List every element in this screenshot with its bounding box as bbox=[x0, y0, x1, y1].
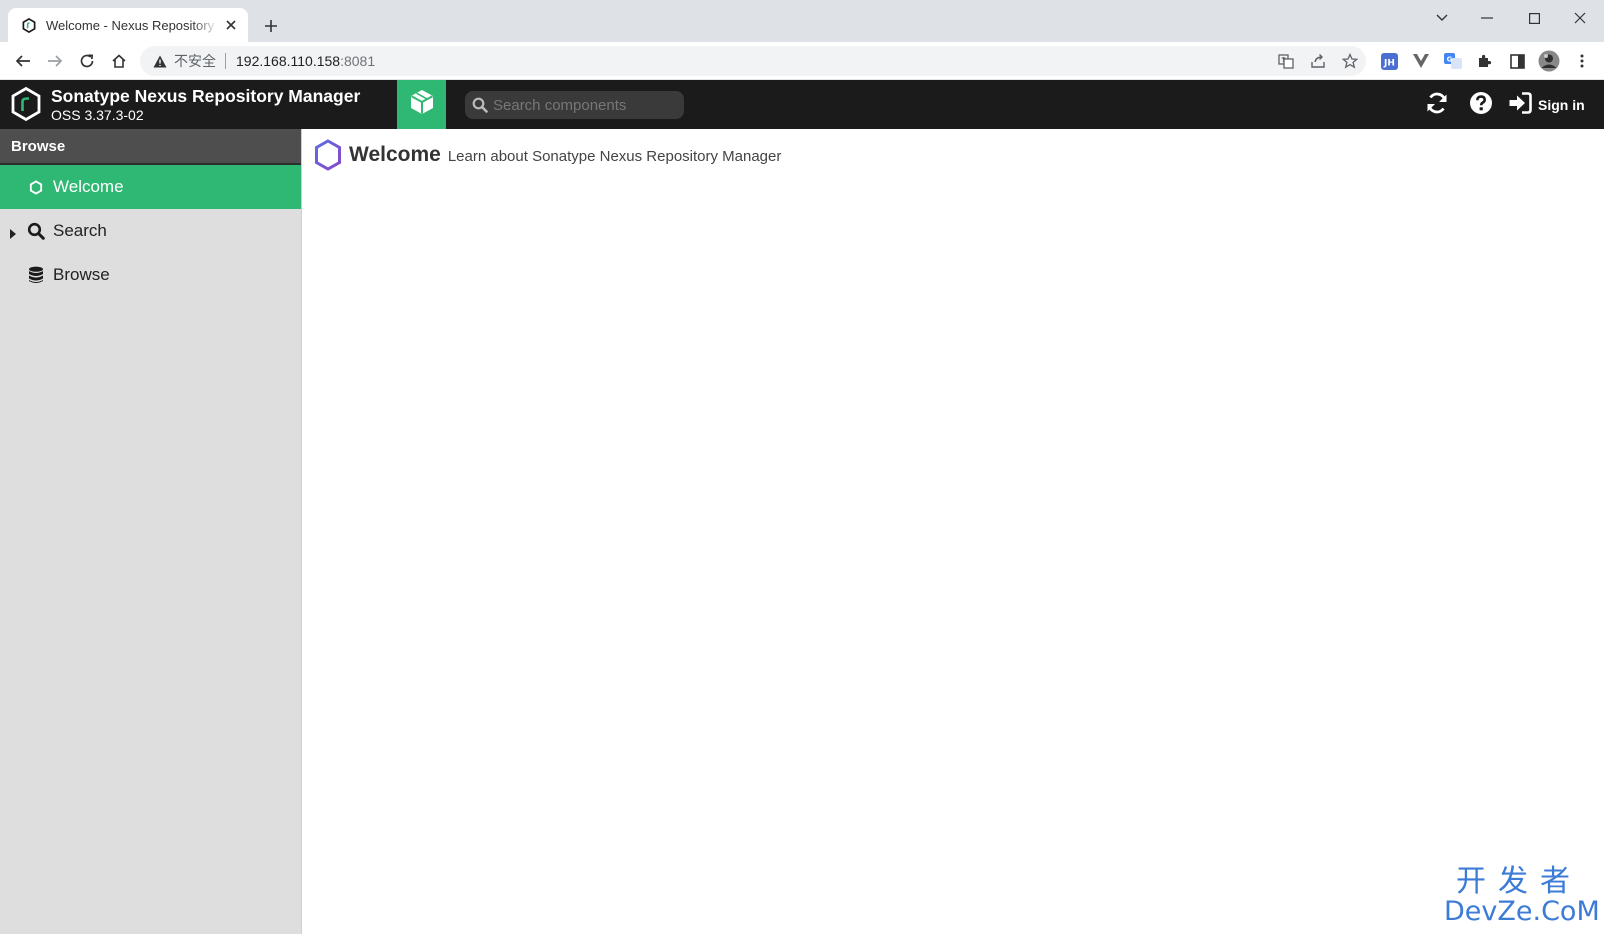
watermark: 开发者 DevZe.CoM bbox=[1444, 864, 1600, 927]
sidebar-item-welcome[interactable]: Welcome bbox=[0, 165, 301, 209]
warning-triangle-icon[interactable] bbox=[152, 53, 168, 69]
help-question-icon bbox=[1469, 91, 1493, 120]
sidebar-header: Browse bbox=[0, 129, 301, 165]
page-subtitle: Learn about Sonatype Nexus Repository Ma… bbox=[447, 148, 782, 165]
svg-text:JH: JH bbox=[1383, 58, 1395, 68]
back-arrow-icon[interactable] bbox=[9, 47, 37, 75]
browser-tab-active[interactable]: Welcome - Nexus Repository Manager bbox=[8, 8, 248, 42]
watermark-site-text: DevZe.CoM bbox=[1444, 896, 1600, 927]
search-components-input[interactable] bbox=[493, 96, 673, 114]
close-window-icon[interactable] bbox=[1558, 4, 1602, 32]
browser-menu-kebab-icon[interactable] bbox=[1568, 47, 1596, 75]
extension-jh-icon[interactable]: JH bbox=[1375, 47, 1403, 75]
tab-title: Welcome - Nexus Repository Manager bbox=[46, 17, 218, 33]
side-panel-icon[interactable] bbox=[1503, 47, 1531, 75]
search-icon bbox=[471, 96, 489, 114]
cube-icon bbox=[408, 88, 436, 121]
page-header: Welcome Learn about Sonatype Nexus Repos… bbox=[312, 137, 781, 173]
nexus-header: Sonatype Nexus Repository Manager OSS 3.… bbox=[0, 80, 1604, 129]
browser-tabstrip: Welcome - Nexus Repository Manager bbox=[0, 0, 1604, 42]
url-port: :8081 bbox=[340, 53, 376, 69]
database-icon bbox=[26, 265, 46, 285]
search-icon bbox=[26, 221, 46, 241]
welcome-hexagon-icon bbox=[312, 137, 344, 173]
refresh-icon bbox=[1425, 91, 1449, 120]
url-host: 192.168.110.158 bbox=[236, 53, 341, 69]
extension-vue-icon[interactable] bbox=[1407, 47, 1435, 75]
main-content: Welcome Learn about Sonatype Nexus Repos… bbox=[302, 129, 1604, 934]
translate-icon[interactable] bbox=[1270, 46, 1302, 76]
new-tab-button[interactable] bbox=[258, 13, 284, 39]
bookmark-star-icon[interactable] bbox=[1334, 46, 1366, 76]
not-secure-label[interactable]: 不安全 bbox=[174, 51, 216, 71]
sign-in-label: Sign in bbox=[1538, 97, 1585, 113]
home-icon[interactable] bbox=[105, 47, 133, 75]
product-version: OSS 3.37.3-02 bbox=[51, 107, 144, 123]
nexus-favicon-icon bbox=[21, 17, 37, 33]
product-title: Sonatype Nexus Repository Manager bbox=[51, 86, 361, 106]
tab-search-chevron-icon[interactable] bbox=[1420, 4, 1464, 32]
browse-mode-button[interactable] bbox=[397, 80, 446, 129]
reload-icon[interactable] bbox=[73, 47, 101, 75]
sign-in-icon bbox=[1508, 91, 1532, 119]
forward-arrow-icon[interactable] bbox=[41, 47, 69, 75]
sidebar-item-label: Browse bbox=[53, 265, 110, 284]
sidebar-item-browse[interactable]: Browse bbox=[0, 253, 301, 297]
extensions-puzzle-icon[interactable] bbox=[1471, 47, 1499, 75]
address-bar[interactable]: 不安全 192.168.110.158 :8081 bbox=[140, 46, 1366, 76]
expand-caret-icon[interactable] bbox=[9, 225, 19, 239]
hexagon-icon bbox=[26, 177, 46, 197]
sign-in-button[interactable]: Sign in bbox=[1508, 90, 1598, 120]
minimize-window-icon[interactable] bbox=[1465, 4, 1509, 32]
browser-toolbar: 不安全 192.168.110.158 :8081 JH G bbox=[0, 42, 1604, 80]
watermark-chinese-text: 开发者 bbox=[1456, 864, 1582, 899]
refresh-button[interactable] bbox=[1420, 90, 1454, 120]
tab-close-icon[interactable] bbox=[222, 16, 240, 34]
address-separator bbox=[225, 53, 226, 69]
svg-text:G: G bbox=[1447, 56, 1453, 64]
profile-avatar[interactable] bbox=[1535, 47, 1563, 75]
address-bar-actions bbox=[1270, 46, 1366, 76]
nexus-logo-icon[interactable] bbox=[10, 86, 42, 122]
page-title: Welcome bbox=[349, 143, 441, 166]
help-button[interactable] bbox=[1464, 90, 1498, 120]
component-search[interactable] bbox=[465, 91, 684, 119]
sidebar-item-search[interactable]: Search bbox=[0, 209, 301, 253]
sidebar-item-label: Search bbox=[53, 221, 107, 240]
share-icon[interactable] bbox=[1302, 46, 1334, 76]
maximize-window-icon[interactable] bbox=[1512, 4, 1556, 32]
sidebar-item-label: Welcome bbox=[53, 177, 124, 196]
navigation-sidebar: Browse Welcome Search Browse bbox=[0, 129, 302, 934]
extension-translate-icon[interactable]: G bbox=[1439, 47, 1467, 75]
